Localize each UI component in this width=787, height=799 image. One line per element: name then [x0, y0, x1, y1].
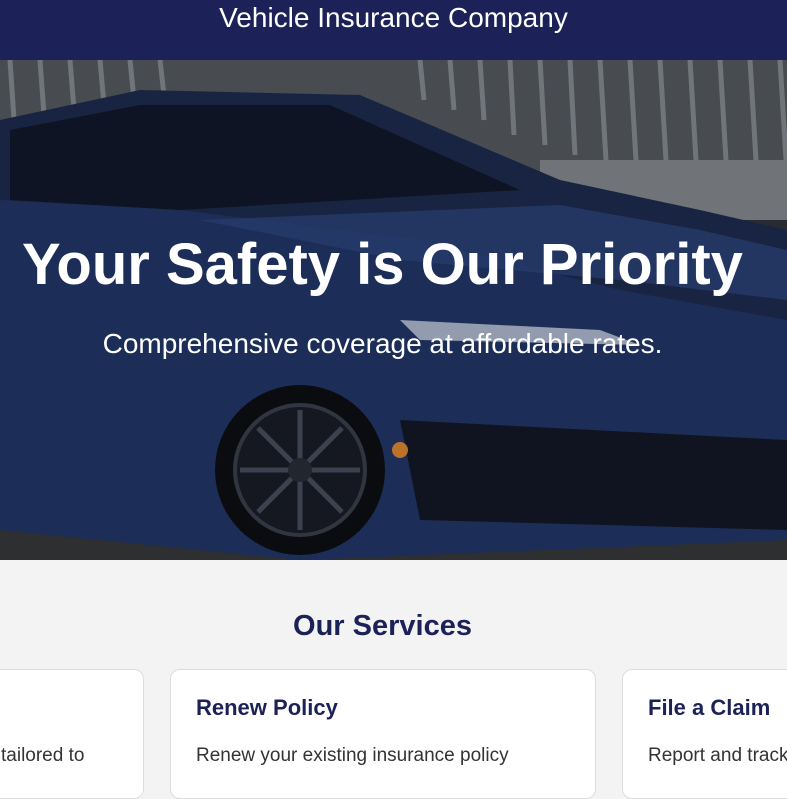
- service-card-title: File a Claim: [648, 695, 771, 720]
- site-header: Vehicle Insurance Company: [0, 0, 787, 60]
- service-card-file-claim[interactable]: File a Claim Report and track: [622, 669, 787, 799]
- hero-title: Your Safety is Our Priority: [22, 232, 743, 297]
- hero-banner: Your Safety is Our Priority Comprehensiv…: [0, 60, 787, 560]
- service-card-renew-policy[interactable]: Renew Policy Renew your existing insuran…: [170, 669, 596, 799]
- services-heading: Our Services: [293, 610, 472, 642]
- car-photo: [0, 60, 787, 560]
- service-card-description: tailored to: [1, 745, 85, 766]
- service-card-description: Renew your existing insurance policy: [196, 745, 509, 766]
- service-card-description: Report and track: [648, 745, 787, 766]
- hero-subtitle: Comprehensive coverage at affordable rat…: [102, 328, 663, 359]
- service-card-partial[interactable]: tailored to: [0, 669, 144, 799]
- service-card-title: Renew Policy: [196, 695, 338, 720]
- site-title: Vehicle Insurance Company: [219, 2, 568, 33]
